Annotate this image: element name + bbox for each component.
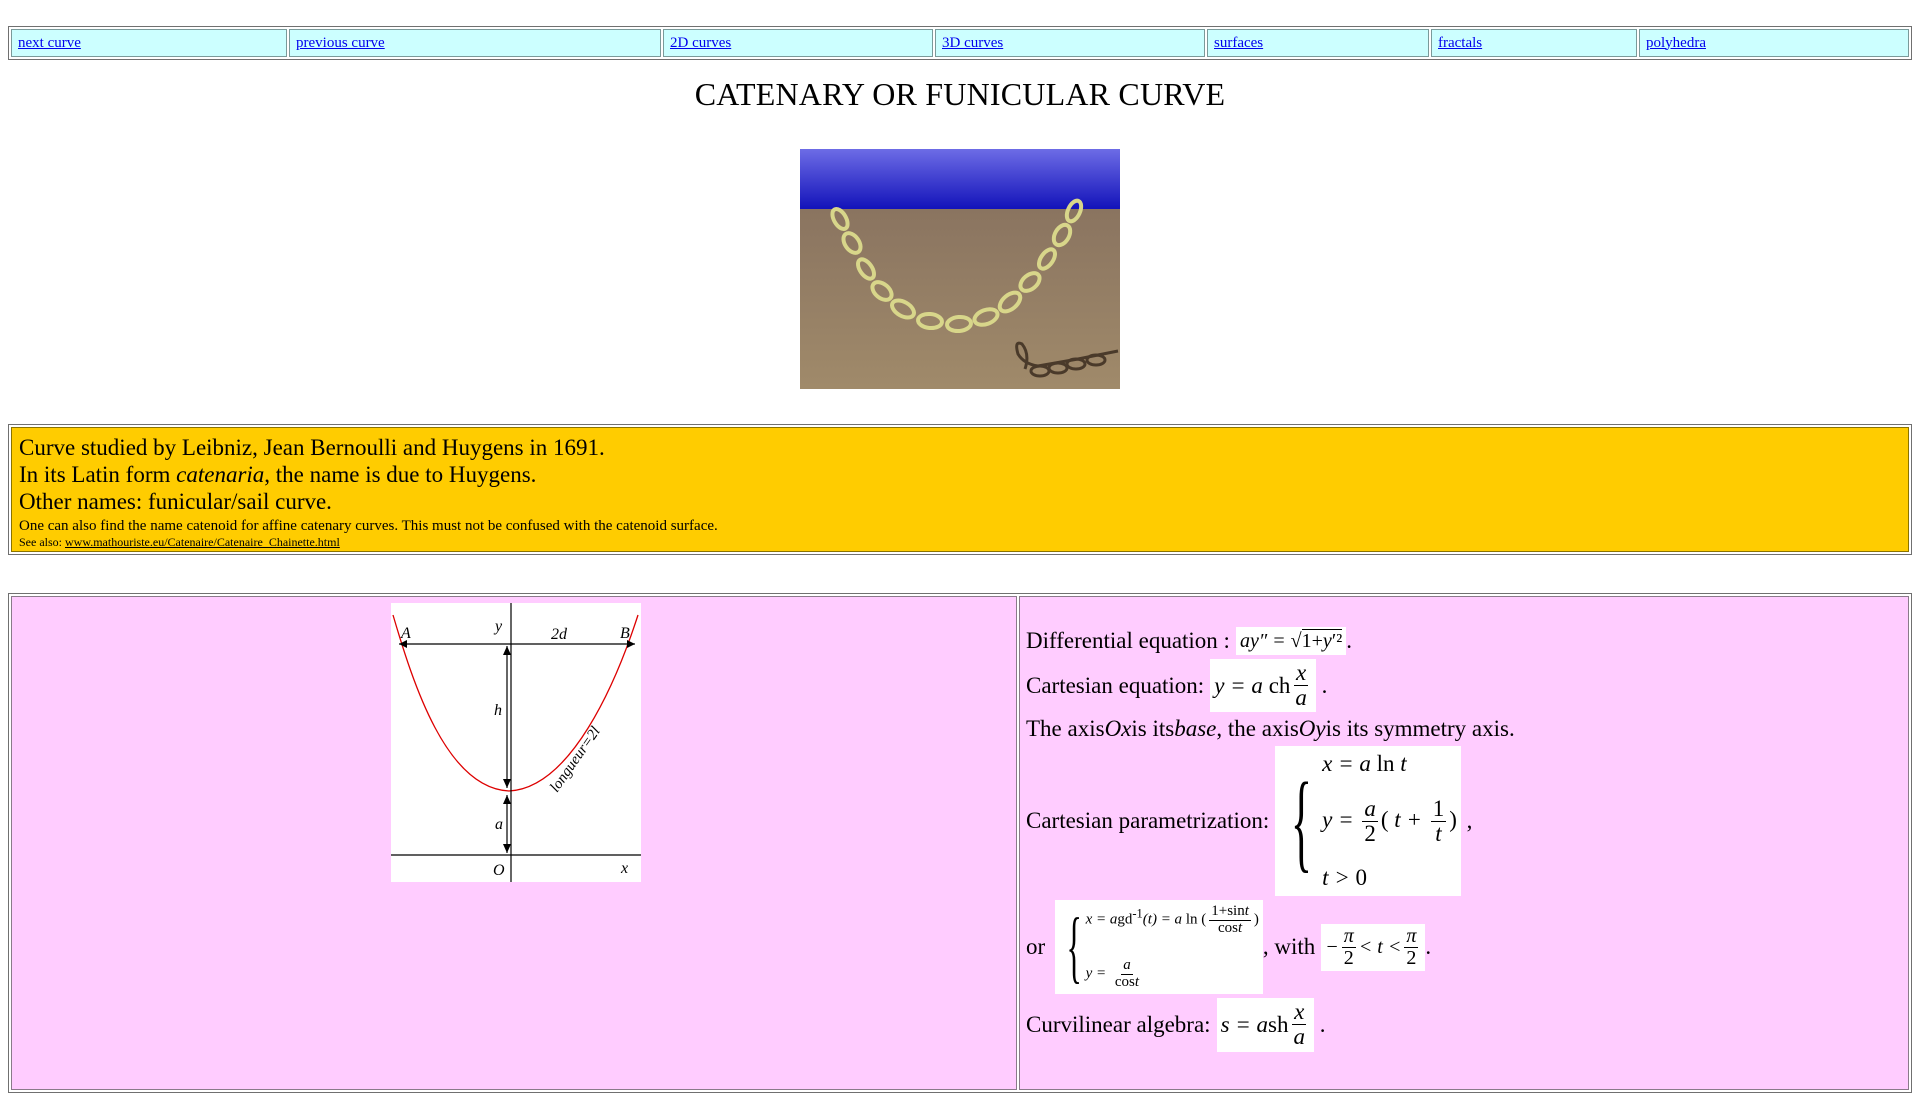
curv-period: . bbox=[1314, 1011, 1326, 1037]
nav-link-surfaces[interactable]: surfaces bbox=[1214, 35, 1263, 52]
info-box-content: Curve studied by Leibniz, Jean Bernoulli… bbox=[11, 427, 1909, 552]
info-history: Curve studied by Leibniz, Jean Bernoulli… bbox=[19, 435, 605, 460]
nav-bar: next curve previous curve 2D curves 3D c… bbox=[8, 26, 1912, 60]
label-A: A bbox=[400, 625, 411, 642]
label-a: a bbox=[495, 816, 503, 833]
nav-link-2d-curves[interactable]: 2D curves bbox=[670, 35, 731, 52]
label-2d: 2d bbox=[551, 626, 568, 643]
axis-sentence: The axis Ox is its base, the axis Oy is … bbox=[1026, 716, 1908, 742]
parametrization-row: Cartesian parametrization: { x = a ln t … bbox=[1026, 746, 1908, 897]
parametrization-system: { x = a ln t y = a 2( t + 1 t) t > 0 bbox=[1275, 746, 1461, 897]
catenary-diagram: A y 2d B h a O x longueur=2l bbox=[391, 603, 641, 882]
catenary-curve bbox=[392, 614, 639, 792]
differential-equation-row: Differential equation : ay″ = √ 1+y′² . bbox=[1026, 627, 1908, 655]
label-longueur: longueur=2l bbox=[547, 724, 604, 795]
axis-text-3: , the axis bbox=[1216, 716, 1299, 742]
param-comma: , bbox=[1460, 808, 1473, 834]
diagram-cell: A y 2d B h a O x longueur=2l bbox=[11, 596, 1017, 1090]
cart-label: Cartesian equation: bbox=[1026, 672, 1205, 698]
axis-ox: Ox bbox=[1104, 716, 1132, 742]
label-O: O bbox=[493, 862, 505, 879]
content-table: A y 2d B h a O x longueur=2l Differentia… bbox=[8, 593, 1912, 1093]
nav-link-fractals[interactable]: fractals bbox=[1438, 35, 1482, 52]
label-h: h bbox=[494, 702, 502, 719]
axis-text-4: is its symmetry axis. bbox=[1325, 716, 1515, 742]
label-x: x bbox=[620, 860, 628, 877]
range-period: . bbox=[1425, 934, 1432, 960]
gudermannian-system: { x = agd-1(t) = a ln (1+sint cost) y = a… bbox=[1055, 900, 1263, 995]
cartesian-equation-formula: y = a ch x a bbox=[1210, 659, 1316, 713]
nav-link-previous-curve[interactable]: previous curve bbox=[296, 35, 385, 52]
info-box: Curve studied by Leibniz, Jean Bernoulli… bbox=[8, 424, 1912, 555]
see-also-link[interactable]: www.mathouriste.eu/Catenaire/Catenaire_C… bbox=[65, 535, 340, 549]
diff-label: Differential equation : bbox=[1026, 628, 1230, 653]
diff-period: . bbox=[1346, 628, 1352, 653]
curv-label: Curvilinear algebra: bbox=[1026, 1011, 1211, 1037]
differential-equation-formula: ay″ = √ 1+y′² bbox=[1235, 627, 1347, 655]
nav-cell-2d: 2D curves bbox=[663, 29, 933, 57]
see-also-label: See also: bbox=[19, 535, 65, 549]
param-label: Cartesian parametrization: bbox=[1026, 808, 1270, 834]
info-latin-name: In its Latin form catenaria, the name is… bbox=[19, 461, 1901, 488]
nav-link-polyhedra[interactable]: polyhedra bbox=[1646, 35, 1706, 52]
catenary-chain-image bbox=[800, 149, 1120, 389]
nav-cell-fractals: fractals bbox=[1431, 29, 1637, 57]
curvilinear-formula: s = a sh x a bbox=[1216, 998, 1314, 1052]
info-see-also: See also: www.mathouriste.eu/Catenaire/C… bbox=[19, 535, 1901, 550]
info-other-names: Other names: funicular/sail curve. bbox=[19, 489, 332, 514]
axis-base: base bbox=[1174, 716, 1217, 742]
page-title: CATENARY OR FUNICULAR CURVE bbox=[694, 76, 1226, 112]
nav-cell-previous: previous curve bbox=[289, 29, 661, 57]
axis-text-1: The axis bbox=[1026, 716, 1105, 742]
cart-period: . bbox=[1315, 672, 1328, 698]
nav-cell-polyhedra: polyhedra bbox=[1639, 29, 1909, 57]
label-B: B bbox=[620, 625, 630, 642]
with-label: , with bbox=[1262, 934, 1316, 960]
info-catenoid-note: One can also find the name catenoid for … bbox=[19, 518, 718, 534]
info-latin-word: catenaria bbox=[176, 462, 265, 487]
axis-text-2: is its bbox=[1131, 716, 1175, 742]
label-y: y bbox=[493, 618, 503, 635]
equations-cell: Differential equation : ay″ = √ 1+y′² . C… bbox=[1019, 596, 1909, 1090]
gudermannian-row: or { x = agd-1(t) = a ln (1+sint cost) y … bbox=[1026, 900, 1908, 995]
cartesian-equation-row: Cartesian equation: y = a ch x a . bbox=[1026, 659, 1908, 713]
nav-link-next-curve[interactable]: next curve bbox=[18, 35, 81, 52]
nav-cell-3d: 3D curves bbox=[935, 29, 1205, 57]
or-label: or bbox=[1026, 934, 1046, 960]
axis-oy: Oy bbox=[1298, 716, 1326, 742]
nav-cell-next: next curve bbox=[11, 29, 287, 57]
nav-link-3d-curves[interactable]: 3D curves bbox=[942, 35, 1003, 52]
info-latin-post: , the name is due to Huygens. bbox=[264, 462, 537, 487]
curvilinear-row: Curvilinear algebra: s = a sh x a . bbox=[1026, 998, 1908, 1052]
nav-cell-surfaces: surfaces bbox=[1207, 29, 1429, 57]
info-latin-pre: In its Latin form bbox=[19, 462, 177, 487]
parameter-range-formula: − π 2 < t < π 2 bbox=[1321, 923, 1426, 971]
